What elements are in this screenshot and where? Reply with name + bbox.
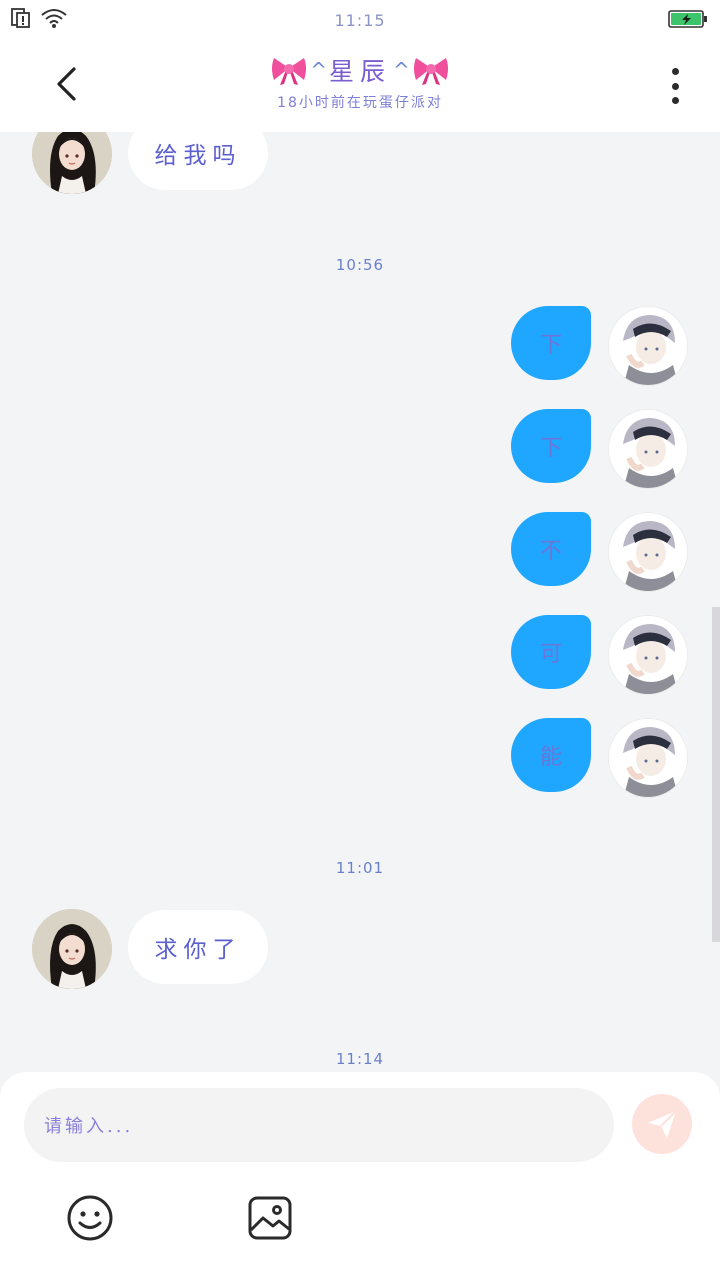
message-text: 可 — [539, 642, 562, 667]
title-name: 星辰 — [328, 57, 391, 86]
chat-thread[interactable]: 给我吗 10:56 下 下 不 可 能 11:01 求你了 11:14 — [0, 132, 720, 1072]
message-text: 不 — [539, 539, 562, 564]
boy-avatar-image — [609, 410, 687, 488]
bow-icon — [413, 58, 448, 85]
message-text: 下 — [539, 333, 562, 358]
chevron-left-icon — [57, 67, 76, 101]
my-avatar[interactable] — [608, 306, 688, 386]
incoming-message[interactable]: 给我吗 — [128, 132, 268, 190]
scrollbar[interactable] — [712, 607, 720, 942]
message-input[interactable]: 请输入... — [24, 1088, 614, 1162]
timestamp: 11:14 — [335, 1050, 385, 1068]
composer-panel: 请输入... — [0, 1072, 720, 1280]
my-avatar[interactable] — [608, 718, 688, 798]
contact-title: ^ 星辰 ^ 18小时前在玩蛋仔派对 — [160, 52, 560, 112]
status-bar: 11:15 — [0, 0, 720, 40]
message-text: 求你了 — [154, 937, 242, 963]
timestamp: 10:56 — [335, 256, 385, 274]
image-button[interactable] — [246, 1194, 294, 1242]
title-prefix: ^ — [310, 58, 327, 82]
timestamp: 11:01 — [335, 859, 385, 877]
title-suffix: ^ — [393, 58, 410, 82]
input-placeholder: 请输入... — [44, 1116, 134, 1137]
chat-header: ^ 星辰 ^ 18小时前在玩蛋仔派对 — [0, 40, 720, 132]
message-text: 能 — [539, 745, 562, 770]
contact-avatar[interactable] — [32, 132, 112, 194]
contact-activity: 18小时前在玩蛋仔派对 — [277, 95, 443, 111]
incoming-message[interactable]: 求你了 — [128, 910, 268, 984]
boy-avatar-image — [609, 513, 687, 591]
contact-name: ^ 星辰 ^ — [160, 52, 560, 88]
bow-icon — [272, 58, 307, 85]
message-text: 下 — [539, 436, 562, 461]
outgoing-message[interactable]: 下 — [511, 306, 591, 380]
boy-avatar-image — [609, 719, 687, 797]
emoji-button[interactable] — [66, 1194, 114, 1242]
outgoing-message[interactable]: 能 — [511, 718, 591, 792]
contact-avatar[interactable] — [32, 909, 112, 989]
outgoing-message[interactable]: 可 — [511, 615, 591, 689]
status-time: 11:15 — [334, 11, 386, 30]
my-avatar[interactable] — [608, 615, 688, 695]
boy-avatar-image — [609, 307, 687, 385]
more-options-button[interactable] — [660, 64, 690, 108]
image-icon — [248, 1196, 292, 1240]
outgoing-message[interactable]: 下 — [511, 409, 591, 483]
battery-charging-icon — [668, 10, 707, 28]
my-avatar[interactable] — [608, 409, 688, 489]
message-text: 给我吗 — [154, 143, 242, 169]
smile-icon — [67, 1195, 113, 1241]
outgoing-message[interactable]: 不 — [511, 512, 591, 586]
girl-avatar-image — [32, 132, 112, 194]
back-button[interactable] — [46, 60, 86, 108]
girl-avatar-image — [32, 909, 112, 989]
send-button[interactable] — [632, 1094, 692, 1154]
send-icon — [648, 1110, 677, 1138]
boy-avatar-image — [609, 616, 687, 694]
more-vertical-icon — [671, 68, 679, 75]
my-avatar[interactable] — [608, 512, 688, 592]
